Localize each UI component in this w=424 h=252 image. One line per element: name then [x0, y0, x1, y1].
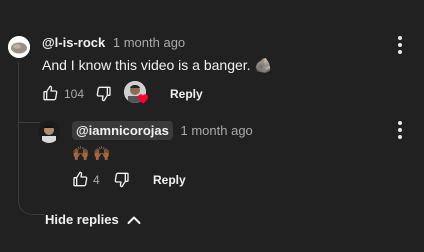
person-avatar-icon: [38, 121, 60, 143]
comment-author[interactable]: @l-is-rock: [42, 35, 105, 50]
reply-author-chip[interactable]: @iamnicorojas: [72, 121, 173, 140]
chevron-up-icon: [127, 216, 141, 224]
creator-heart-badge: [124, 81, 148, 104]
comment-like-button[interactable]: [42, 85, 58, 101]
comment-dislike-button[interactable]: [96, 86, 112, 102]
reply-header: @iamnicorojas 1 month ago: [72, 121, 253, 140]
comment-reply-button[interactable]: Reply: [170, 87, 203, 101]
reply-text: 🙌🏾 🙌🏾: [72, 145, 111, 161]
reply-timestamp[interactable]: 1 month ago: [181, 123, 253, 138]
reply-more-button[interactable]: [398, 121, 402, 142]
reply-dislike-button[interactable]: [114, 172, 130, 188]
rock-avatar-icon: [8, 36, 30, 58]
more-vert-icon: [398, 36, 402, 40]
comment-like-count: 104: [64, 87, 85, 101]
thumbs-up-icon: [43, 85, 58, 101]
reply-like-button[interactable]: [72, 171, 88, 187]
reply-connector-line: [18, 122, 40, 123]
thumbs-up-icon: [73, 171, 88, 187]
hide-replies-button[interactable]: Hide replies: [45, 212, 141, 227]
comment-header: @l-is-rock 1 month ago: [42, 35, 185, 50]
comment-more-button[interactable]: [398, 36, 402, 57]
comment-timestamp[interactable]: 1 month ago: [113, 35, 185, 50]
thumbs-down-icon: [96, 86, 111, 102]
hide-replies-label: Hide replies: [45, 212, 119, 227]
commenter-avatar[interactable]: [8, 36, 30, 58]
comment-text: And I know this video is a banger. 🪨: [42, 57, 272, 73]
thumbs-down-icon: [114, 172, 129, 188]
reply-author-avatar[interactable]: [38, 121, 60, 143]
reply-reply-button[interactable]: Reply: [153, 173, 186, 187]
reply-like-count: 4: [93, 173, 100, 187]
creator-heart-icon: [138, 94, 148, 104]
more-vert-icon: [398, 121, 402, 125]
